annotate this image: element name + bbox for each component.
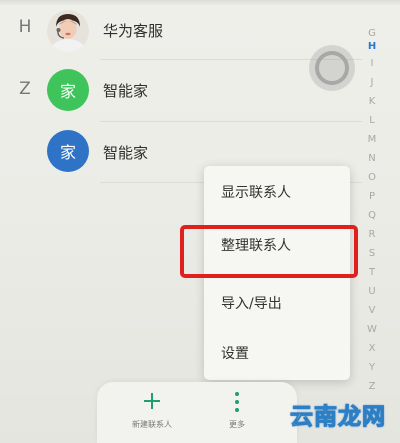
ring-icon bbox=[315, 51, 349, 85]
index-letter[interactable]: I bbox=[362, 58, 382, 69]
section-letter-h: H bbox=[18, 17, 32, 37]
index-letter[interactable]: Q bbox=[362, 210, 382, 221]
index-letter[interactable]: V bbox=[362, 305, 382, 316]
index-letter[interactable]: N bbox=[362, 153, 382, 164]
index-letter-active[interactable]: H bbox=[362, 41, 382, 52]
contacts-screen: H 华为客服 Z 家 智能家 家 智能家 G H I J K L M N O P… bbox=[0, 0, 400, 443]
avatar-letter: 家 bbox=[47, 69, 89, 111]
index-letter[interactable]: W bbox=[362, 324, 382, 335]
contact-row-smart-home[interactable]: Z 家 智能家 bbox=[0, 60, 362, 122]
contact-name: 华为客服 bbox=[103, 22, 164, 40]
contact-name: 智能家 bbox=[103, 144, 149, 162]
index-letter[interactable]: L bbox=[362, 115, 382, 126]
menu-item-settings[interactable]: 设置 bbox=[204, 331, 350, 375]
avatar-person-photo bbox=[47, 10, 89, 52]
section-letter-z: Z bbox=[19, 79, 31, 99]
site-watermark: 云南龙网 bbox=[290, 404, 386, 431]
menu-item-import-export[interactable]: 导入/导出 bbox=[204, 281, 350, 325]
more-label: 更多 bbox=[229, 420, 245, 429]
index-letter[interactable]: Y bbox=[362, 362, 382, 373]
overflow-menu: 显示联系人 整理联系人 导入/导出 设置 bbox=[204, 166, 350, 380]
index-letter[interactable]: S bbox=[362, 248, 382, 259]
index-letter[interactable]: R bbox=[362, 229, 382, 240]
menu-item-label: 设置 bbox=[221, 346, 249, 362]
index-letter[interactable]: X bbox=[362, 343, 382, 354]
menu-item-label: 整理联系人 bbox=[221, 238, 291, 254]
menu-item-show-contacts[interactable]: 显示联系人 bbox=[204, 170, 350, 214]
index-letter[interactable]: K bbox=[362, 96, 382, 107]
index-letter[interactable]: O bbox=[362, 172, 382, 183]
contact-row-huawei-service[interactable]: H 华为客服 bbox=[0, 0, 362, 60]
menu-item-label: 导入/导出 bbox=[221, 296, 282, 312]
person-photo-icon bbox=[47, 10, 89, 52]
floating-assist-ball[interactable] bbox=[309, 45, 355, 91]
bottom-toolbar: 新建联系人 更多 bbox=[97, 382, 297, 443]
menu-item-label: 显示联系人 bbox=[221, 185, 291, 201]
index-letter[interactable]: Z bbox=[362, 381, 382, 392]
plus-icon bbox=[144, 393, 160, 409]
index-letter[interactable]: U bbox=[362, 286, 382, 297]
more-button[interactable]: 更多 bbox=[219, 382, 255, 443]
new-contact-label: 新建联系人 bbox=[132, 420, 172, 429]
avatar-letter: 家 bbox=[47, 130, 89, 172]
more-vertical-icon bbox=[235, 392, 239, 412]
index-letter[interactable]: M bbox=[362, 134, 382, 145]
index-letter[interactable]: T bbox=[362, 267, 382, 278]
index-letter[interactable]: P bbox=[362, 191, 382, 202]
contact-name: 智能家 bbox=[103, 82, 149, 100]
index-letter[interactable]: G bbox=[362, 28, 382, 39]
new-contact-button[interactable]: 新建联系人 bbox=[107, 382, 197, 443]
menu-item-organize-contacts[interactable]: 整理联系人 bbox=[204, 223, 350, 267]
index-letter[interactable]: J bbox=[362, 77, 382, 88]
